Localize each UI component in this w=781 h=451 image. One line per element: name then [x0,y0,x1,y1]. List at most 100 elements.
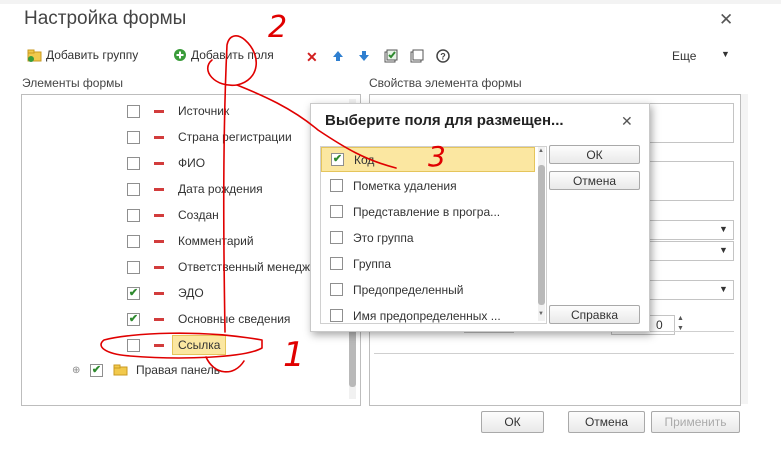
list-checkbox[interactable] [330,309,343,322]
popup-ok-label: ОК [586,147,603,162]
tree-item[interactable]: Создан [127,203,219,227]
help-icon[interactable]: ? [436,49,450,63]
popup-close-icon[interactable]: ✕ [621,113,633,130]
tree-item-label: ЭДО [178,286,204,300]
popup-ok-button[interactable]: ОК [549,145,640,164]
tree-item[interactable]: Источник [127,99,229,123]
tree-item-label: Ответственный менедж [178,260,311,274]
tree-checkbox[interactable] [127,208,140,222]
choose-fields-popup: Выберите поля для размещен... ✕ ✔ Код По… [310,103,650,332]
tree-checkbox[interactable] [127,234,140,248]
add-fields-button[interactable]: Добавить поля [173,48,274,62]
tree-item-label: ФИО [178,156,206,170]
list-scrollbar[interactable]: ▲ ▼ [538,147,545,321]
remove-icon [154,317,164,321]
tree-checkbox[interactable] [127,182,140,196]
tree-checkbox[interactable] [127,156,140,170]
list-item-label: Это группа [353,230,414,245]
add-group-button[interactable]: Добавить группу [27,48,138,62]
more-label: Еще [672,49,697,63]
tree-checkbox[interactable] [127,338,140,352]
tree-item-label: Источник [178,104,230,118]
cancel-button[interactable]: Отмена [568,411,645,433]
popup-cancel-button[interactable]: Отмена [549,171,640,190]
uncheck-all-icon[interactable] [410,49,424,63]
divider [374,353,734,354]
remove-icon [154,213,164,217]
list-checkbox[interactable]: ✔ [331,153,344,166]
remove-icon [154,291,164,295]
list-item[interactable]: Предопределенный [321,277,534,302]
folder-add-icon [27,49,42,62]
list-item-label: Имя предопределенных ... [353,308,501,323]
tree-item[interactable]: ✔ Основные сведения [127,307,290,331]
chevron-down-icon[interactable]: ▼ [719,284,728,294]
list-item-label: Группа [353,256,392,271]
fields-list[interactable]: ✔ Код Пометка удаления Представление в п… [320,146,547,324]
tree-item-label: Создан [178,208,219,222]
popup-cancel-label: Отмена [572,173,617,188]
list-item[interactable]: Представление в програ... [321,199,534,224]
scrollbar-thumb[interactable] [538,165,545,305]
properties-scrollbar[interactable] [741,94,748,404]
tree-item-selected[interactable]: Ссылка [127,333,227,357]
list-checkbox[interactable] [330,283,343,296]
property-field[interactable] [640,103,734,143]
list-item[interactable]: Пометка удаления [321,173,534,198]
cancel-label: Отмена [584,415,629,429]
list-checkbox[interactable] [330,231,343,244]
tree-item[interactable]: Страна регистрации [127,125,292,149]
expand-icon[interactable]: ⊕ [72,365,86,376]
close-icon[interactable]: ✕ [719,10,733,30]
ok-label: ОК [504,415,521,429]
more-button[interactable]: Еще [672,49,696,63]
list-item-label: Код [354,152,375,167]
apply-button[interactable]: Применить [651,411,740,433]
remove-icon [154,109,164,113]
delete-icon[interactable]: ✕ [306,50,318,64]
tree-checkbox[interactable] [127,130,140,144]
property-field[interactable] [640,161,734,201]
list-item-selected[interactable]: ✔ Код [321,147,535,172]
tree-item-label: Дата рождения [178,182,263,196]
scroll-up-icon[interactable]: ▲ [538,148,544,154]
list-item[interactable]: Это группа [321,225,534,250]
move-up-icon[interactable] [332,50,344,62]
folder-icon [113,364,128,376]
tree-item[interactable]: Ответственный менедж [127,255,310,279]
popup-help-button[interactable]: Справка [549,305,640,324]
apply-label: Применить [664,415,727,429]
popup-help-label: Справка [570,307,619,322]
list-item-label: Пометка удаления [353,178,457,193]
tree-item-label: Комментарий [178,234,254,248]
chevron-down-icon[interactable]: ▼ [719,245,728,255]
move-down-icon[interactable] [358,50,370,62]
list-checkbox[interactable] [330,179,343,192]
tree-checkbox[interactable]: ✔ [90,363,103,377]
list-item[interactable]: Группа [321,251,534,276]
check-all-icon[interactable] [384,49,398,63]
tree-group-right-panel[interactable]: ⊕ ✔ Правая панель [72,358,220,382]
dialog-title: Настройка формы [24,8,187,29]
tree-item[interactable]: ФИО [127,151,205,175]
tree-group-label: Правая панель [136,363,221,377]
chevron-down-icon[interactable]: ▼ [719,224,728,234]
tree-item[interactable]: Дата рождения [127,177,263,201]
tree-checkbox[interactable] [127,104,140,118]
ok-button[interactable]: ОК [481,411,544,433]
tree-checkbox[interactable]: ✔ [127,286,140,300]
tree-item[interactable]: Комментарий [127,229,254,253]
list-checkbox[interactable] [330,205,343,218]
remove-icon [154,343,164,347]
top-strip [0,0,781,4]
tree-checkbox[interactable] [127,260,140,274]
list-checkbox[interactable] [330,257,343,270]
list-item[interactable]: Имя предопределенных ... [321,303,534,323]
tree-item[interactable]: ✔ ЭДО [127,281,204,305]
scroll-down-icon[interactable]: ▼ [538,311,544,317]
tree-item-label: Основные сведения [178,312,291,326]
tree-item-label: Страна регистрации [178,130,292,144]
list-item-label: Предопределенный [353,282,464,297]
more-dropdown-icon[interactable]: ▼ [721,49,730,59]
tree-checkbox[interactable]: ✔ [127,312,140,326]
